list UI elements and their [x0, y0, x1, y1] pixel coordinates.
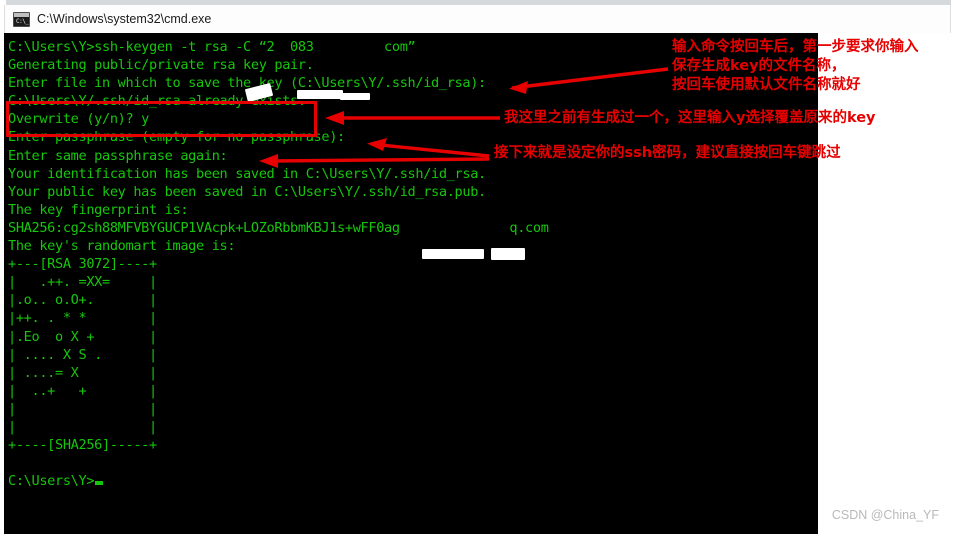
console-line: | ..+ + | — [8, 382, 157, 399]
watermark: CSDN @China_YF — [831, 508, 939, 522]
console-line: | | — [8, 400, 157, 417]
console-line: SHA256:cg2sh88MFVBYGUCP1VAcpk+LOZoRbbmKB… — [8, 219, 549, 236]
console-line: Your identification has been saved in C:… — [8, 165, 486, 182]
window-title: C:\Windows\system32\cmd.exe — [37, 12, 212, 26]
redaction-mark — [491, 248, 525, 260]
console-prompt-line: C:\Users\Y> — [8, 472, 818, 490]
console-line: |.o.. o.O+. | — [8, 292, 157, 309]
console-line: | | — [8, 418, 157, 435]
annotation-note-1: 输入命令按回车后，第一步要求你输入 保存生成key的文件名称， 按回车使用默认文… — [672, 39, 919, 93]
console-line: +----[SHA256]-----+ — [8, 437, 157, 454]
window-chrome: C:\_ C:\Windows\system32\cmd.exe — [0, 0, 957, 33]
window-titlebar[interactable]: C:\_ C:\Windows\system32\cmd.exe — [4, 5, 951, 33]
redaction-mark — [297, 90, 343, 99]
annotation-note-2: 我这里之前有生成过一个，这里输入y选择覆盖原来的key — [504, 110, 876, 126]
console-line: | .++. =XX= | — [8, 274, 157, 291]
console-output: C:\Users\Y>ssh-keygen -t rsa -C “2 083 c… — [8, 38, 818, 490]
console-line: | ....= X | — [8, 364, 157, 381]
console-line: |++. . * * | — [8, 310, 157, 327]
redaction-mark — [340, 93, 370, 100]
cmd-icon-bar — [14, 12, 29, 17]
cmd-icon-prompt: C:\_ — [16, 17, 29, 25]
console-line: The key fingerprint is: — [8, 201, 189, 218]
console-line: +---[RSA 3072]----+ — [8, 256, 157, 273]
redaction-mark — [422, 249, 484, 259]
console-line: The key's randomart image is: — [8, 238, 236, 255]
console-line: Your public key has been saved in C:\Use… — [8, 183, 486, 200]
console-prompt: C:\Users\Y> — [8, 473, 95, 490]
console-line: | .... X S . | — [8, 346, 157, 363]
console-cursor — [95, 481, 104, 486]
console-line: |.Eo o X + | — [8, 328, 157, 345]
annotation-note-3: 接下来就是设定你的ssh密码，建议直接按回车键跳过 — [494, 145, 841, 161]
screenshot-root: C:\_ C:\Windows\system32\cmd.exe C:\User… — [0, 0, 957, 534]
cmd-icon: C:\_ — [13, 11, 30, 27]
